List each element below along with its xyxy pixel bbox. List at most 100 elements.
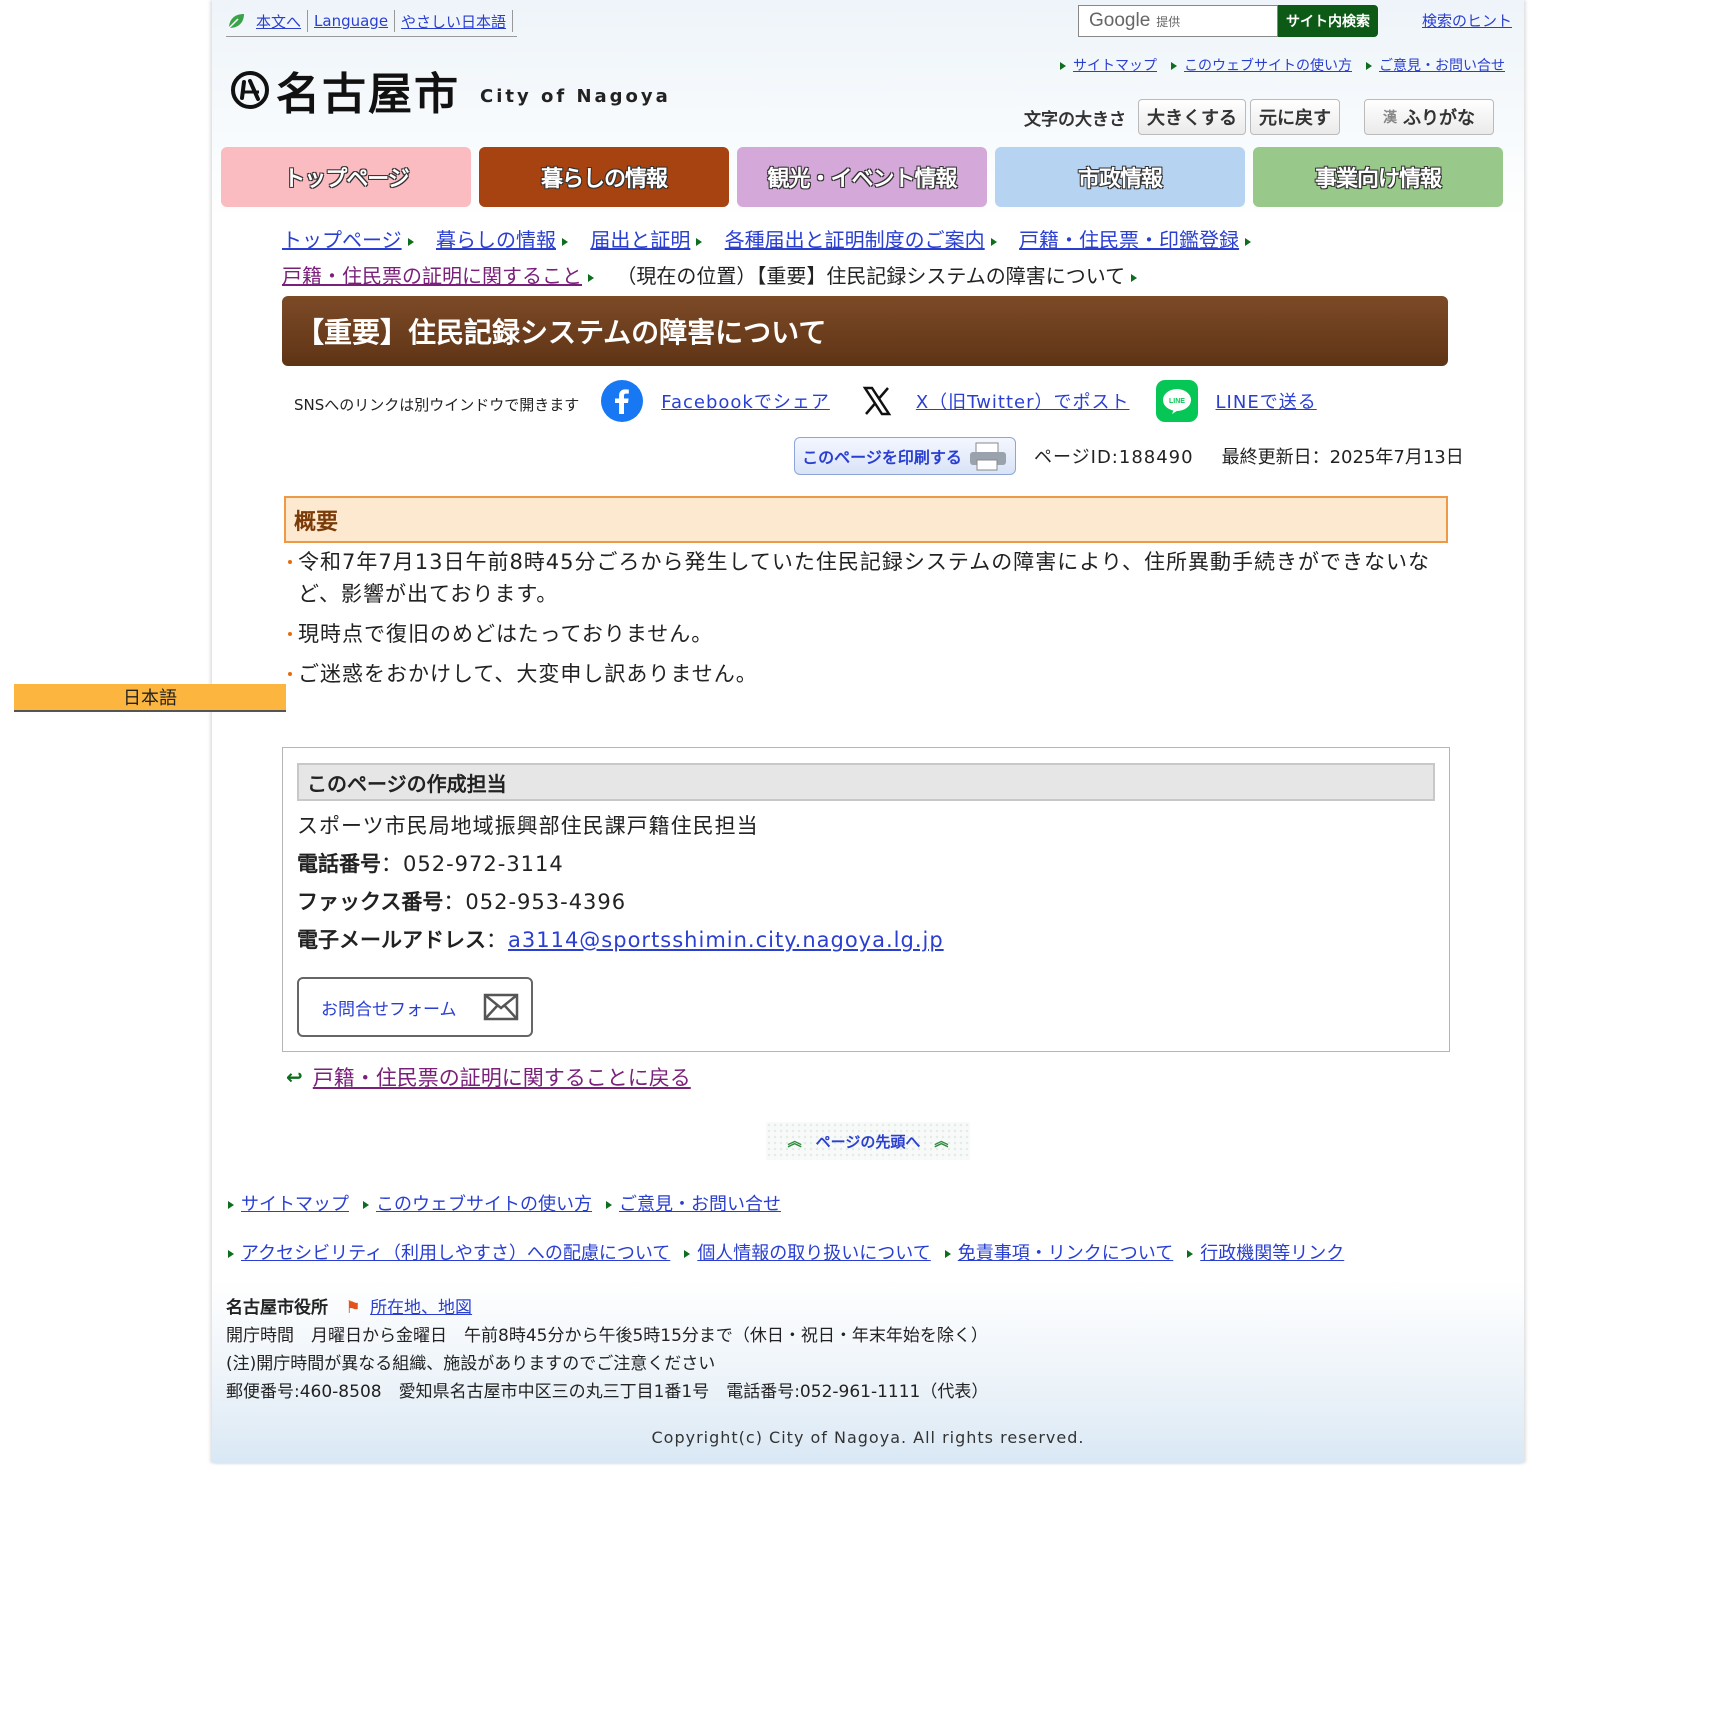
nav-living[interactable]: 暮らしの情報: [479, 147, 729, 207]
page-meta: このページを印刷する ページID:188490 最終更新日：2025年7月13日: [794, 437, 1464, 475]
furigana-button[interactable]: 漢 ふりがな: [1364, 99, 1494, 135]
office-address: 郵便番号:460-8508 愛知県名古屋市中区三の丸三丁目1番1号 電話番号:0…: [226, 1382, 989, 1402]
x-post-link[interactable]: X（旧Twitter）でポスト: [916, 388, 1130, 414]
nav-business[interactable]: 事業向け情報: [1253, 147, 1503, 207]
furigana-icon: 漢: [1383, 110, 1397, 126]
double-chevron-up-icon: ︽: [787, 1134, 802, 1150]
triangle-icon: [228, 1250, 234, 1258]
breadcrumb-certificates[interactable]: 戸籍・住民票の証明に関すること: [282, 264, 582, 288]
office-map-link[interactable]: 所在地、地図: [370, 1298, 472, 1318]
footer-link-contact[interactable]: ご意見・お問い合せ: [619, 1194, 781, 1215]
header-link-sitemap[interactable]: サイトマップ: [1060, 55, 1157, 75]
x-icon[interactable]: [856, 380, 898, 422]
facebook-icon[interactable]: [601, 380, 644, 422]
facebook-share-link[interactable]: Facebookでシェア: [661, 388, 830, 414]
sns-note: SNSへのリンクは別ウインドウで開きます: [294, 395, 580, 414]
print-button[interactable]: このページを印刷する: [794, 437, 1016, 475]
provided-label: 提供: [1156, 14, 1181, 29]
search-hint-link[interactable]: 検索のヒント: [1422, 10, 1512, 31]
header-link-contact-text[interactable]: ご意見・お問い合せ: [1379, 58, 1505, 74]
envelope-icon: [483, 993, 519, 1021]
footer-links-row-1: サイトマップ このウェブサイトの使い方 ご意見・お問い合せ: [228, 1190, 781, 1216]
breadcrumb-notifications[interactable]: 届出と証明: [590, 228, 690, 252]
skip-to-content-link[interactable]: 本文へ: [256, 11, 301, 32]
line-icon[interactable]: LINE: [1155, 380, 1198, 422]
header-link-howto-text[interactable]: このウェブサイトの使い方: [1184, 58, 1352, 74]
header-link-howto[interactable]: このウェブサイトの使い方: [1171, 55, 1352, 75]
language-link[interactable]: Language: [314, 12, 388, 30]
breadcrumb-top[interactable]: トップページ: [282, 228, 402, 252]
double-chevron-up-icon: ︽: [934, 1134, 949, 1150]
triangle-icon: [1187, 1250, 1194, 1258]
site-logo[interactable]: 名古屋市 City of Nagoya: [230, 58, 671, 122]
triangle-icon: [1366, 62, 1372, 70]
triangle-icon: [684, 1250, 691, 1258]
fax-value: ：052-953-4396: [443, 890, 627, 914]
page-id: ページID:188490: [1034, 447, 1194, 468]
list-item: ご迷惑をおかけして、大変申し訳ありません。: [286, 658, 1436, 690]
summary-list: 令和7年7月13日午前8時45分ごろから発生していた住民記録システムの障害により…: [286, 546, 1436, 698]
email-label: 電子メールアドレス: [297, 928, 486, 952]
logo-text-en: City of Nagoya: [480, 85, 671, 107]
footer-link-howto[interactable]: このウェブサイトの使い方: [376, 1194, 592, 1215]
back-to-top-button[interactable]: ︽ ページの先頭へ ︽: [766, 1122, 970, 1160]
contact-heading: このページの作成担当: [297, 763, 1435, 801]
office-note: (注)開庁時間が異なる組織、施設がありますのでご注意ください: [226, 1354, 716, 1374]
triangle-icon: [990, 237, 997, 246]
footer-link-accessibility[interactable]: アクセシビリティ（利用しやすさ）への配慮について: [241, 1243, 670, 1264]
print-label: このページを印刷する: [802, 448, 962, 467]
font-size-label: 文字の大きさ: [1024, 109, 1126, 130]
inquiry-form-button[interactable]: お問合せフォーム: [297, 977, 533, 1037]
list-item: 令和7年7月13日午前8時45分ごろから発生していた住民記録システムの障害により…: [286, 546, 1436, 610]
office-hours: 開庁時間 月曜日から金曜日 午前8時45分から午後5時15分まで（休日・祝日・年…: [226, 1326, 988, 1346]
footer-link-agencies[interactable]: 行政機関等リンク: [1200, 1243, 1344, 1264]
site-search-button[interactable]: サイト内検索: [1278, 5, 1378, 37]
office-name: 名古屋市役所: [226, 1298, 328, 1318]
page: 本文へ Language やさしい日本語 Google 提供 サイト内検索 検索…: [212, 0, 1524, 1463]
google-label: Google: [1089, 10, 1151, 31]
contact-email: 電子メールアドレス：a3114@sportsshimin.city.nagoya…: [297, 924, 944, 954]
list-item: 現時点で復旧のめどはたっておりません。: [286, 618, 1436, 650]
language-tab[interactable]: 日本語: [14, 684, 286, 712]
divider: [512, 10, 514, 32]
triangle-icon: [228, 1201, 234, 1209]
back-link[interactable]: 戸籍・住民票の証明に関することに戻る: [313, 1062, 691, 1092]
breadcrumb-guide[interactable]: 各種届出と証明制度のご案内: [725, 228, 985, 252]
email-link[interactable]: a3114@sportsshimin.city.nagoya.lg.jp: [508, 928, 944, 952]
contact-tel: 電話番号：052-972-3114: [297, 848, 564, 878]
nav-tourism[interactable]: 観光・イベント情報: [737, 147, 987, 207]
nav-top[interactable]: トップページ: [221, 147, 471, 207]
email-sep: ：: [486, 928, 508, 952]
summary-heading: 概要: [284, 496, 1448, 543]
contact-fax: ファックス番号：052-953-4396: [297, 886, 626, 916]
font-reset-button[interactable]: 元に戻す: [1250, 99, 1340, 135]
triangle-icon: [407, 237, 414, 246]
font-size-controls: 文字の大きさ 大きくする 元に戻す 漢 ふりがな: [1024, 99, 1494, 135]
utility-bar: 本文へ Language やさしい日本語: [226, 6, 518, 37]
search-input[interactable]: Google 提供: [1078, 5, 1278, 37]
tel-label: 電話番号: [297, 852, 381, 876]
footer-link-disclaimer[interactable]: 免責事項・リンクについて: [958, 1243, 1173, 1264]
breadcrumb-family-register[interactable]: 戸籍・住民票・印鑑登録: [1019, 228, 1239, 252]
breadcrumb-living[interactable]: 暮らしの情報: [436, 228, 556, 252]
contact-department: スポーツ市民局地域振興部住民課戸籍住民担当: [297, 814, 759, 838]
footer-link-sitemap[interactable]: サイトマップ: [241, 1194, 349, 1215]
triangle-icon: [588, 273, 594, 282]
font-larger-button[interactable]: 大きくする: [1138, 99, 1246, 135]
sns-share: SNSへのリンクは別ウインドウで開きます Facebookでシェア X（旧Twi…: [294, 380, 1343, 422]
last-updated: 最終更新日：2025年7月13日: [1221, 447, 1464, 468]
back-link-row: ↩ 戸籍・住民票の証明に関することに戻る: [286, 1062, 691, 1092]
back-to-top-label: ページの先頭へ: [815, 1132, 921, 1151]
office-info: 名古屋市役所 ⚑ 所在地、地図 開庁時間 月曜日から金曜日 午前8時45分から午…: [226, 1294, 988, 1406]
inquiry-form-label: お問合せフォーム: [321, 999, 457, 1020]
site-search: Google 提供 サイト内検索: [1078, 5, 1378, 37]
easy-japanese-link[interactable]: やさしい日本語: [401, 11, 506, 32]
line-send-link[interactable]: LINEで送る: [1216, 388, 1317, 414]
footer-link-privacy[interactable]: 個人情報の取り扱いについて: [697, 1243, 930, 1264]
divider: [307, 10, 309, 32]
triangle-icon: [363, 1201, 369, 1209]
header-links: サイトマップ このウェブサイトの使い方 ご意見・お問い合せ: [1060, 55, 1505, 75]
header-link-contact[interactable]: ご意見・お問い合せ: [1366, 55, 1505, 75]
header-link-sitemap-text[interactable]: サイトマップ: [1073, 58, 1157, 74]
nav-city-government[interactable]: 市政情報: [995, 147, 1245, 207]
